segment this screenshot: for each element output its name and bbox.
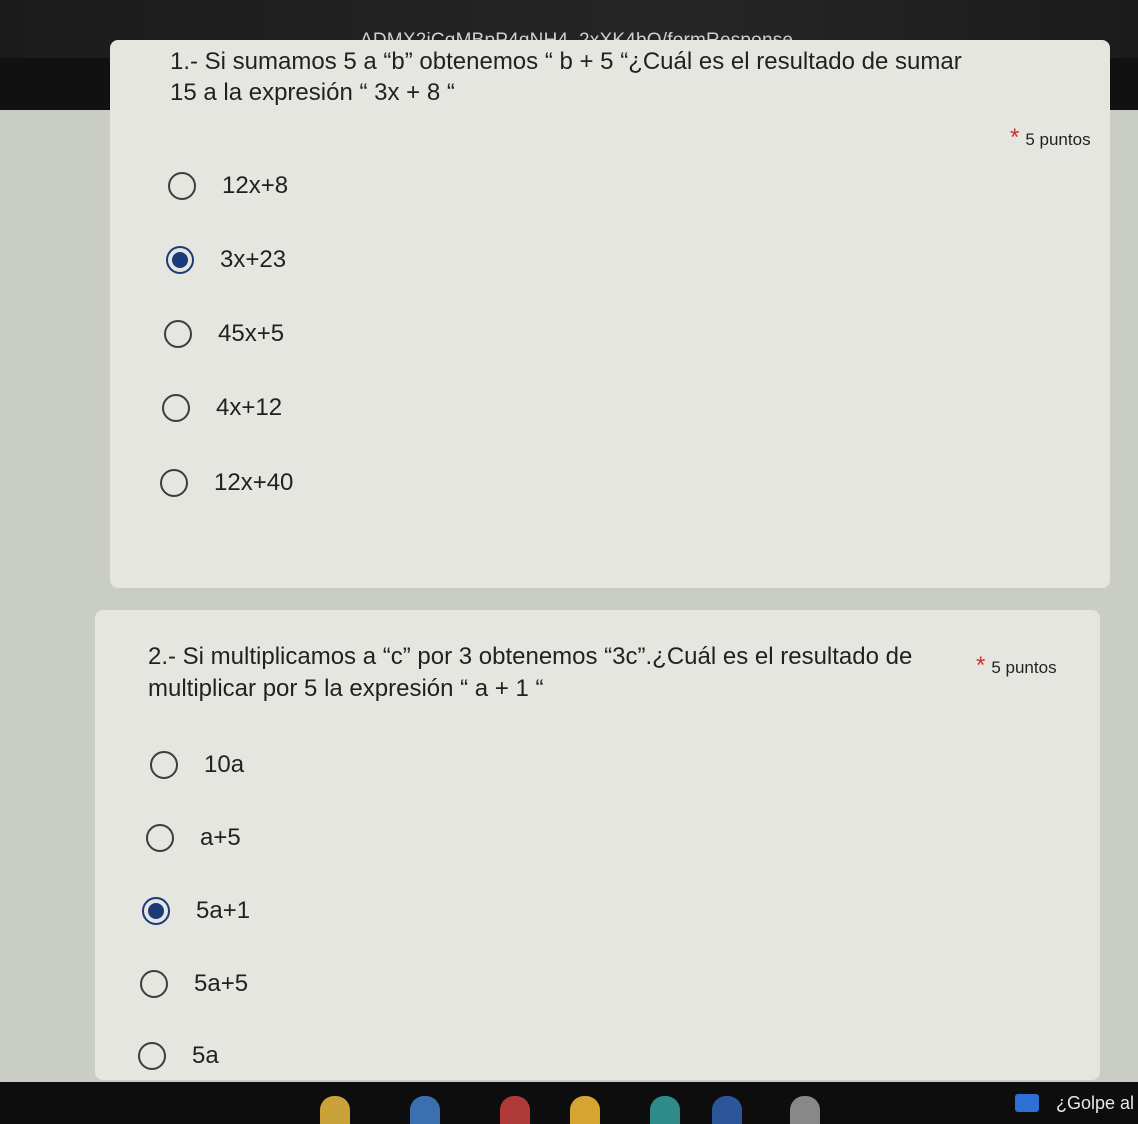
- radio-button[interactable]: [140, 970, 168, 998]
- question-1-points: * 5 puntos: [1010, 124, 1091, 152]
- q1-option-1[interactable]: 12x+8: [168, 172, 288, 200]
- option-label: 5a: [192, 1042, 219, 1069]
- chrome-icon[interactable]: [570, 1096, 600, 1124]
- radio-button-selected[interactable]: [142, 897, 170, 925]
- q1-option-4[interactable]: 4x+12: [162, 394, 282, 422]
- folder-icon[interactable]: [320, 1096, 350, 1124]
- q1-option-2[interactable]: 3x+23: [166, 246, 286, 274]
- question-1-text-line2: 15 a la expresión “ 3x + 8 “: [170, 79, 455, 106]
- radio-button[interactable]: [164, 320, 192, 348]
- radio-button[interactable]: [138, 1042, 166, 1070]
- q2-option-2[interactable]: a+5: [146, 824, 241, 852]
- taskbar-search-hint[interactable]: ¿Golpe al: [1056, 1093, 1134, 1114]
- radio-button[interactable]: [160, 469, 188, 497]
- option-label: a+5: [200, 824, 241, 851]
- q2-option-5[interactable]: 5a: [138, 1042, 219, 1070]
- q2-option-3[interactable]: 5a+1: [142, 897, 250, 925]
- radio-button[interactable]: [150, 751, 178, 779]
- radio-button[interactable]: [168, 172, 196, 200]
- notification-icon[interactable]: [1015, 1094, 1039, 1112]
- required-marker: *: [976, 652, 986, 679]
- q2-option-1[interactable]: 10a: [150, 751, 244, 779]
- required-marker: *: [1010, 124, 1020, 151]
- option-label: 4x+12: [216, 394, 283, 421]
- option-label: 5a+5: [194, 970, 249, 997]
- browser-icon[interactable]: [500, 1096, 530, 1124]
- option-label: 10a: [204, 751, 245, 778]
- option-label: 12x+40: [214, 469, 294, 496]
- question-2-text-line1: 2.- Si multiplicamos a “c” por 3 obtenem…: [148, 643, 913, 670]
- q2-option-4[interactable]: 5a+5: [140, 970, 248, 998]
- radio-button[interactable]: [146, 824, 174, 852]
- option-label: 5a+1: [196, 897, 251, 924]
- question-2-points: * 5 puntos: [976, 652, 1057, 680]
- q1-option-3[interactable]: 45x+5: [164, 320, 284, 348]
- gear-icon[interactable]: [790, 1096, 820, 1124]
- q1-option-5[interactable]: 12x+40: [160, 469, 293, 497]
- question-card-1: [110, 40, 1110, 588]
- app-icon[interactable]: [410, 1096, 440, 1124]
- radio-button[interactable]: [162, 394, 190, 422]
- word-icon[interactable]: [712, 1096, 742, 1124]
- option-label: 12x+8: [222, 172, 289, 199]
- question-1-text-line1: 1.- Si sumamos 5 a “b” obtenemos “ b + 5…: [170, 48, 962, 75]
- app-icon[interactable]: [650, 1096, 680, 1124]
- option-label: 3x+23: [220, 246, 287, 273]
- question-2-text-line2: multiplicar por 5 la expresión “ a + 1 “: [148, 675, 544, 702]
- radio-button-selected[interactable]: [166, 246, 194, 274]
- os-taskbar: [0, 1082, 1138, 1124]
- points-label: 5 puntos: [1025, 130, 1091, 149]
- points-label: 5 puntos: [991, 658, 1057, 677]
- option-label: 45x+5: [218, 320, 285, 347]
